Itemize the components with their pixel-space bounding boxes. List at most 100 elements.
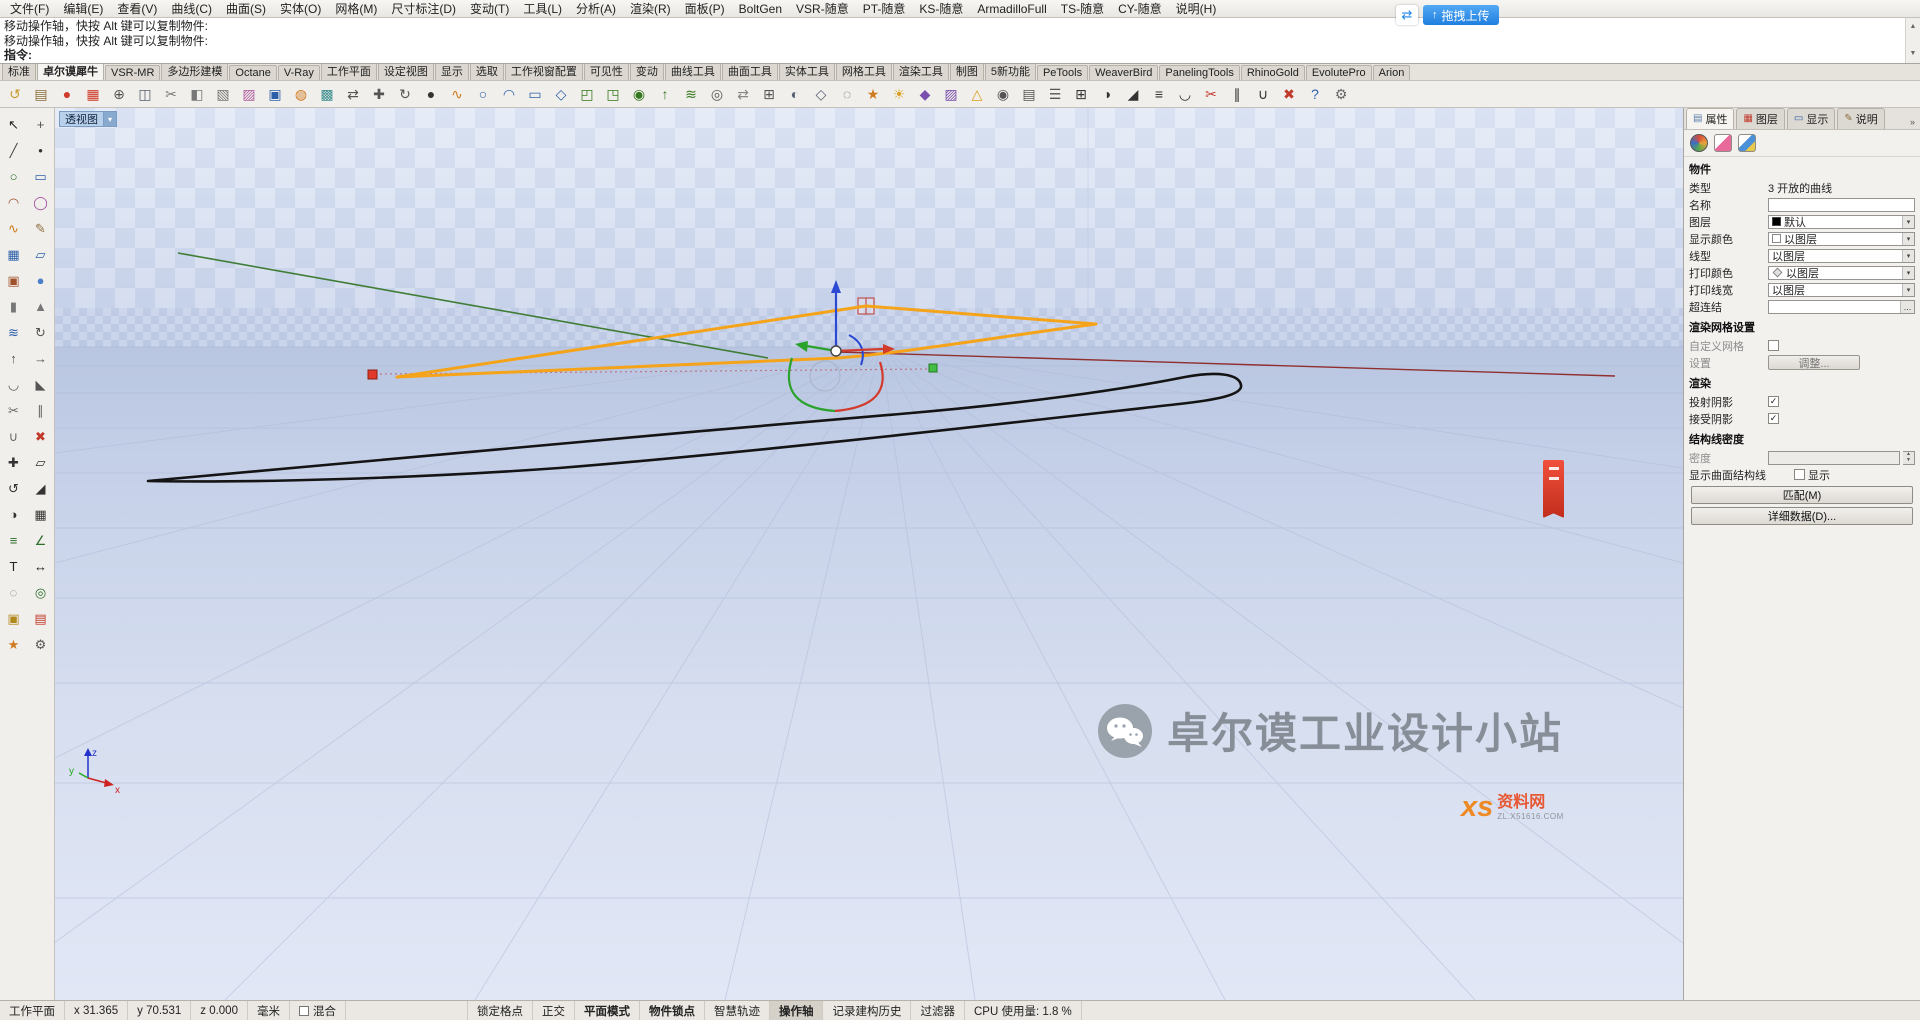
offset-tool-icon[interactable]: ≡: [2, 528, 26, 552]
menu-item[interactable]: ArmadilloFull: [970, 1, 1053, 17]
tab-layers[interactable]: ▦ 图层: [1736, 108, 1784, 129]
sub-object-select-icon[interactable]: +: [29, 112, 53, 136]
viewport-title-dropdown-icon[interactable]: [103, 112, 116, 126]
status-cell[interactable]: 操作轴: [770, 1001, 824, 1020]
print-width-dropdown[interactable]: 以图层: [1768, 283, 1915, 297]
status-cell[interactable]: 过滤器: [911, 1001, 965, 1020]
menu-item[interactable]: CY-随意: [1111, 0, 1169, 18]
status-cell[interactable]: CPU 使用量: 1.8 %: [965, 1001, 1082, 1020]
chamfer-tool-icon[interactable]: ◣: [29, 372, 53, 396]
explode-tool-icon[interactable]: ✖: [29, 424, 53, 448]
surface-tool-icon[interactable]: ▦: [2, 242, 26, 266]
details-button[interactable]: 详细数据(D)...: [1691, 507, 1913, 525]
copy-tool-icon[interactable]: ▱: [29, 450, 53, 474]
box-tool-icon[interactable]: ▣: [2, 268, 26, 292]
surface-icon[interactable]: ◰: [575, 82, 599, 106]
select-arrow-icon[interactable]: ↖: [2, 112, 26, 136]
ellipse-tool-icon[interactable]: ◯: [29, 190, 53, 214]
render-tool-icon[interactable]: ★: [2, 632, 26, 656]
tab-display[interactable]: ▭ 显示: [1787, 108, 1835, 129]
status-cell[interactable]: 锁定格点: [468, 1001, 533, 1020]
cast-shadows-checkbox[interactable]: [1768, 396, 1779, 407]
zoom-icon[interactable]: ◎: [705, 82, 729, 106]
status-cell[interactable]: 工作平面: [0, 1001, 65, 1020]
status-cell[interactable]: 混合: [290, 1001, 346, 1020]
promo-ribbon[interactable]: [1543, 460, 1564, 518]
menu-item[interactable]: 网格(M): [328, 0, 384, 18]
explode-icon[interactable]: ✖: [1277, 82, 1301, 106]
sweep-tool-icon[interactable]: →: [29, 346, 53, 370]
status-cell[interactable]: [346, 1001, 468, 1020]
sketch-tool-icon[interactable]: ✎: [29, 216, 53, 240]
upload-link-icon[interactable]: ⇄: [1396, 5, 1418, 25]
menu-item[interactable]: VSR-随意: [789, 0, 856, 18]
array-tool-icon[interactable]: ▦: [29, 502, 53, 526]
loft-tool-icon[interactable]: ≋: [2, 320, 26, 344]
toolbar-tab[interactable]: Octane: [229, 65, 276, 80]
toolbar-tab[interactable]: VSR-MR: [105, 65, 160, 80]
material-icon[interactable]: ◆: [913, 82, 937, 106]
adjust-button[interactable]: 调整...: [1768, 355, 1860, 370]
status-cell[interactable]: y 70.531: [128, 1001, 191, 1020]
gumball[interactable]: [789, 280, 895, 411]
browse-button[interactable]: ...: [1900, 301, 1914, 313]
layer-dropdown[interactable]: 默认: [1768, 215, 1915, 229]
lock-tool-icon[interactable]: ▣: [2, 606, 26, 630]
print-icon[interactable]: ◫: [133, 82, 157, 106]
status-cell[interactable]: 记录建构历史: [823, 1001, 911, 1020]
menu-item[interactable]: 编辑(E): [56, 0, 110, 18]
extrude-icon[interactable]: ↑: [653, 82, 677, 106]
tab-help[interactable]: ✎ 说明: [1837, 108, 1884, 129]
grid-snap-icon[interactable]: ▦: [81, 82, 105, 106]
circle-tool-icon[interactable]: ○: [2, 164, 26, 188]
object-properties-icon[interactable]: [1690, 134, 1708, 152]
named-view-icon[interactable]: ▤: [1017, 82, 1041, 106]
gumball-z-arrowhead[interactable]: [831, 280, 841, 293]
cone-tool-icon[interactable]: ▲: [29, 294, 53, 318]
command-scrollbar[interactable]: ▲ ▼: [1905, 18, 1920, 63]
scale-tool-icon[interactable]: ◢: [29, 476, 53, 500]
menu-item[interactable]: 文件(F): [3, 0, 56, 18]
menu-item[interactable]: 渲染(R): [623, 0, 678, 18]
toolbar-tab[interactable]: V-Ray: [278, 65, 320, 80]
text-tool-icon[interactable]: T: [2, 554, 26, 578]
curve-tool-icon[interactable]: ∿: [2, 216, 26, 240]
fillet-icon[interactable]: ◡: [1173, 82, 1197, 106]
dropdown-arrow-icon[interactable]: [1902, 216, 1914, 228]
trim-tool-icon[interactable]: ✂: [2, 398, 26, 422]
align-icon[interactable]: ☰: [1043, 82, 1067, 106]
box-icon[interactable]: ◳: [601, 82, 625, 106]
scale-icon[interactable]: ◢: [1121, 82, 1145, 106]
polygon-icon[interactable]: ◇: [549, 82, 573, 106]
cylinder-tool-icon[interactable]: ▮: [2, 294, 26, 318]
light-icon[interactable]: △: [965, 82, 989, 106]
analyze-tool-icon[interactable]: ∠: [29, 528, 53, 552]
render-preview-icon[interactable]: ★: [861, 82, 885, 106]
tab-properties[interactable]: ▤ 属性: [1686, 108, 1734, 129]
extrude-tool-icon[interactable]: ↑: [2, 346, 26, 370]
show-tool-icon[interactable]: ◎: [29, 580, 53, 604]
menu-item[interactable]: 面板(P): [678, 0, 732, 18]
red-handle-square[interactable]: [368, 370, 377, 379]
hatch-icon[interactable]: ▩: [315, 82, 339, 106]
display-color-dropdown[interactable]: 以图层: [1768, 232, 1915, 246]
hide-tool-icon[interactable]: ◌: [2, 580, 26, 604]
fillet-tool-icon[interactable]: ◡: [2, 372, 26, 396]
menu-item[interactable]: PT-随意: [856, 0, 913, 18]
record-history-icon[interactable]: ●: [55, 82, 79, 106]
point-icon[interactable]: ●: [419, 82, 443, 106]
wireframe-view-icon[interactable]: ◇: [809, 82, 833, 106]
linetype-dropdown[interactable]: 以图层: [1768, 249, 1915, 263]
rotate-icon[interactable]: ↻: [393, 82, 417, 106]
toolbar-tab[interactable]: RhinoGold: [1241, 65, 1305, 80]
move-icon[interactable]: ✚: [367, 82, 391, 106]
polyline-icon[interactable]: ╱: [2, 138, 26, 162]
status-cell[interactable]: 毫米: [248, 1001, 290, 1020]
menu-item[interactable]: BoltGen: [732, 1, 789, 17]
status-cell[interactable]: 正交: [533, 1001, 575, 1020]
sun-icon[interactable]: ☀: [887, 82, 911, 106]
toolbar-tab[interactable]: PeTools: [1037, 65, 1088, 80]
sphere-icon[interactable]: ◉: [627, 82, 651, 106]
pan-icon[interactable]: ⇄: [731, 82, 755, 106]
move-tool-icon[interactable]: ✚: [2, 450, 26, 474]
